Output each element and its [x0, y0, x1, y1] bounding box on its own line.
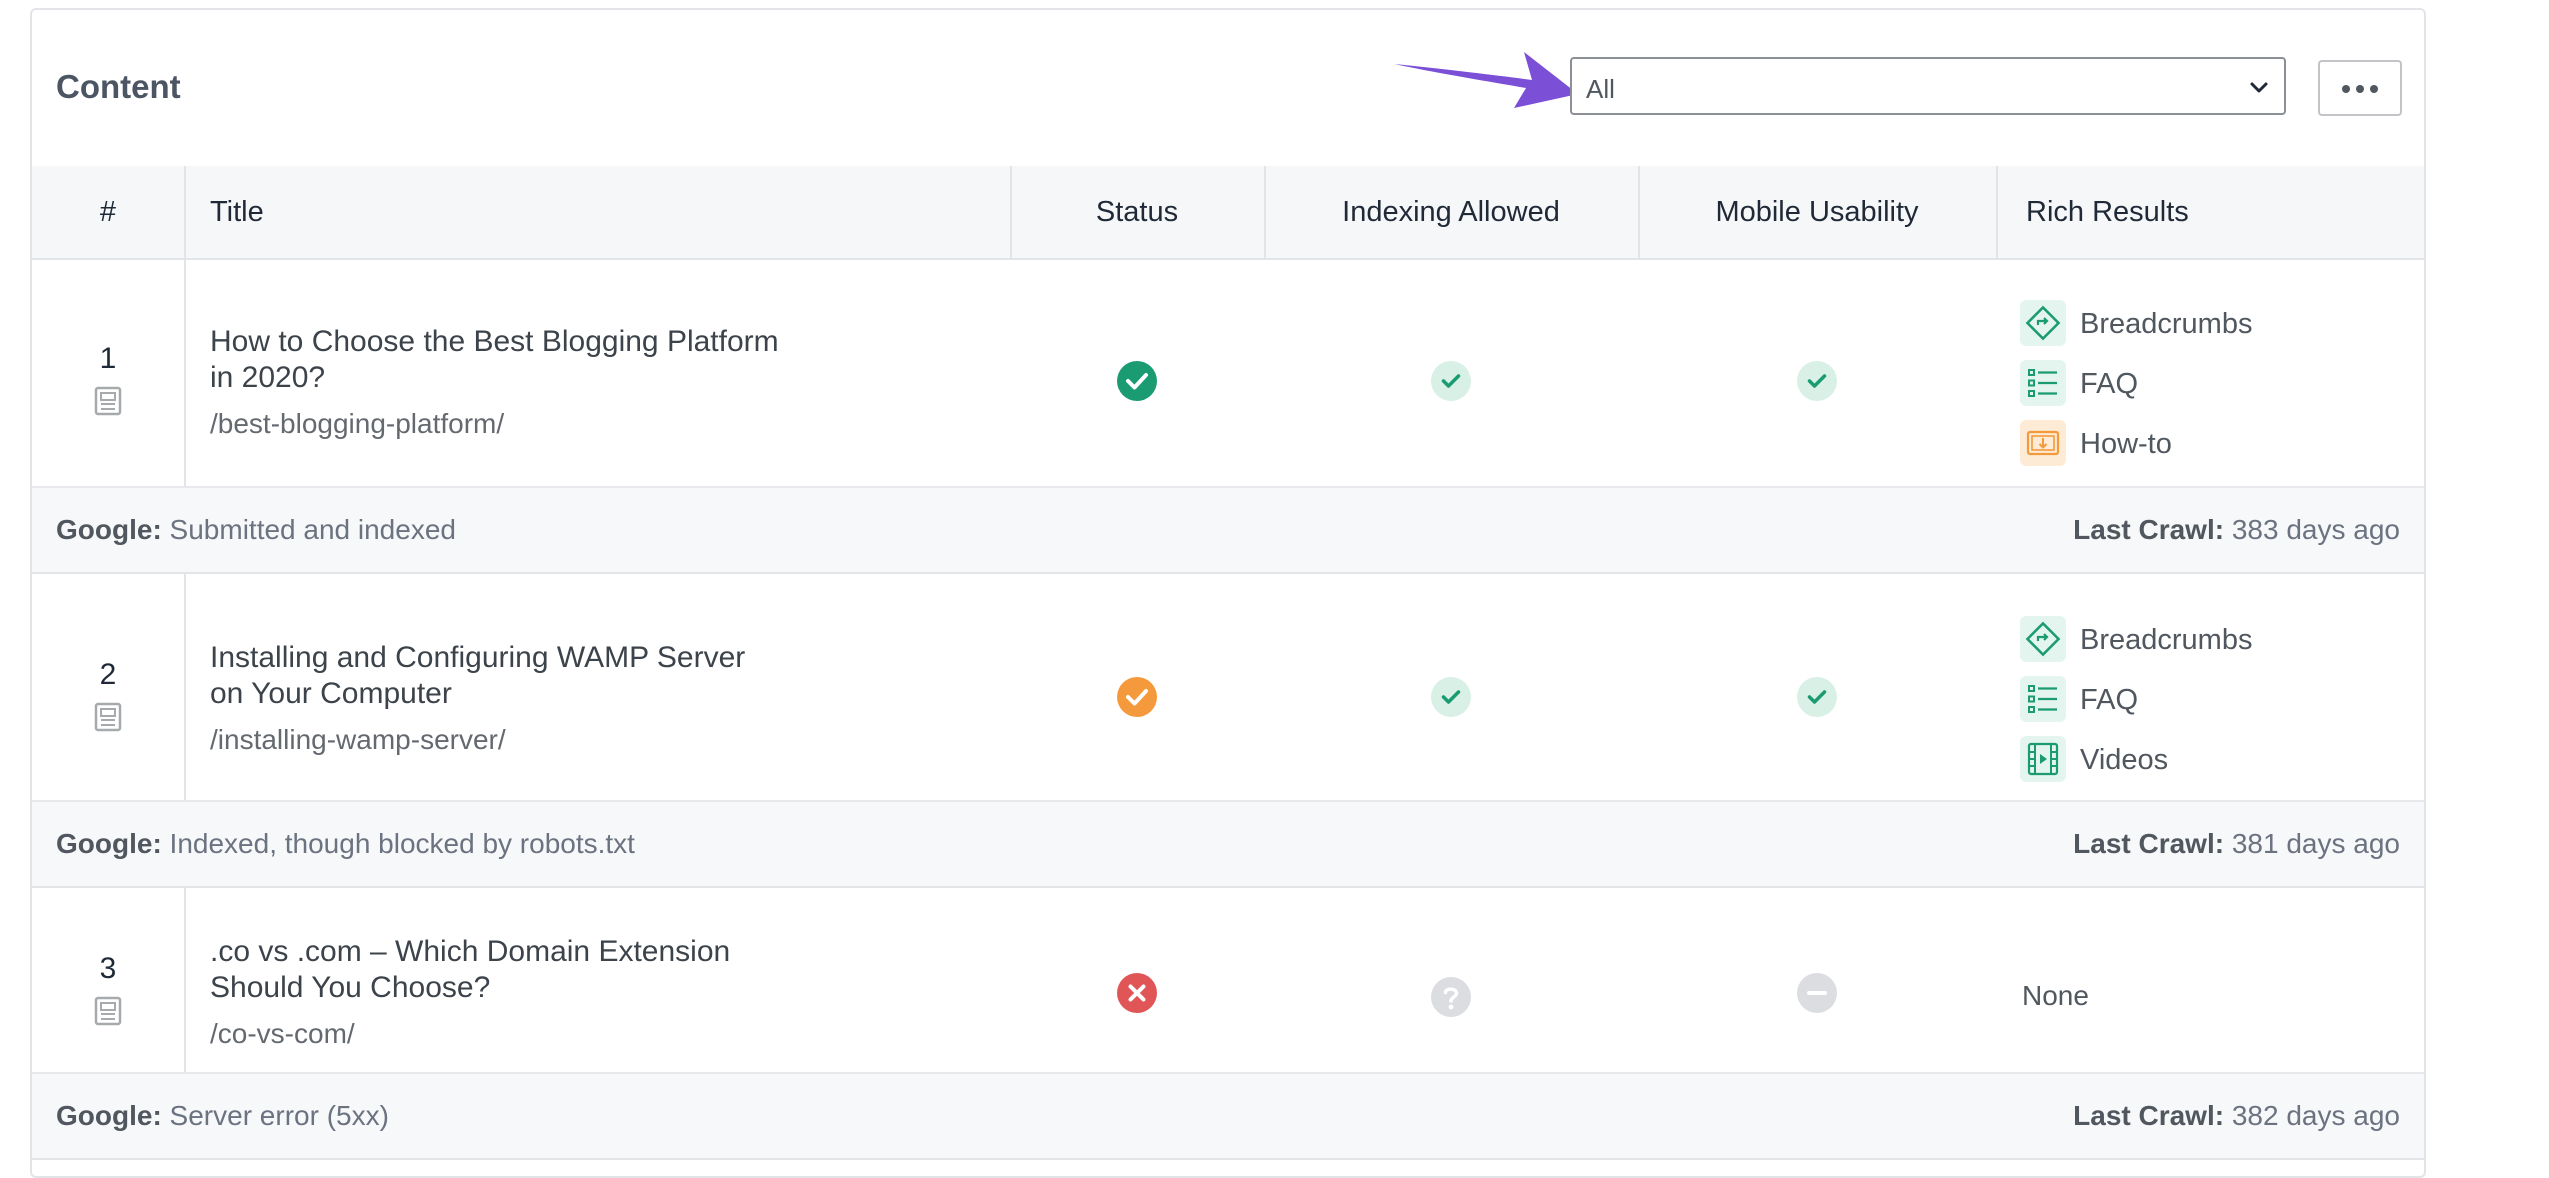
google-status-value: Server error (5xx) [169, 1100, 389, 1131]
column-mobile-usability: Mobile Usability [1715, 196, 1919, 228]
last-crawl-value: 383 days ago [2231, 514, 2400, 545]
table-row[interactable]: 3 .co vs .com – Which Domain Extension S… [32, 888, 2424, 1072]
divider [1638, 166, 1640, 260]
row-meta: Google: Indexed, though blocked by robot… [32, 800, 2424, 888]
breadcrumbs-icon [2020, 616, 2066, 662]
last-crawl-label: Last Crawl: [2073, 828, 2225, 859]
post-title-link[interactable]: Installing and Configuring WAMP Server o… [210, 640, 850, 712]
divider [1996, 166, 1998, 260]
divider [184, 574, 186, 800]
post-slug: /installing-wamp-server/ [210, 724, 506, 755]
panel-header: Content All [32, 10, 2424, 168]
filter-select[interactable]: All [1570, 57, 2286, 115]
last-crawl-value: 381 days ago [2231, 828, 2400, 859]
google-status-value: Submitted and indexed [169, 514, 456, 545]
divider [184, 260, 186, 486]
google-status: Google: Server error (5xx) [56, 1100, 389, 1132]
column-indexing-allowed: Indexing Allowed [1342, 196, 1560, 228]
google-status-value: Indexed, though blocked by robots.txt [169, 828, 635, 859]
post-title-line: in 2020? [210, 361, 326, 394]
last-crawl: Last Crawl: 382 days ago [2073, 1100, 2400, 1132]
column-rich-results: Rich Results [2026, 196, 2189, 228]
status-warning-icon [1117, 677, 1157, 717]
post-title-line: Should You Choose? [210, 971, 491, 1004]
google-label: Google: [56, 828, 162, 859]
post-title-line: Installing and Configuring WAMP Server [210, 641, 746, 674]
content-panel: Content All # Title Status Indexing Allo… [30, 8, 2426, 1178]
google-label: Google: [56, 1100, 162, 1131]
chevron-down-icon [2250, 82, 2268, 93]
status-success-icon [1117, 361, 1157, 401]
video-film-icon [2020, 736, 2066, 782]
table-header: # Title Status Indexing Allowed Mobile U… [32, 166, 2424, 260]
panel-title: Content [56, 68, 181, 105]
last-crawl-label: Last Crawl: [2073, 514, 2225, 545]
rich-results-none: None [2022, 980, 2089, 1011]
more-options-button[interactable] [2318, 60, 2402, 116]
post-slug: /co-vs-com/ [210, 1018, 355, 1049]
mobile-usability-check-icon [1797, 677, 1837, 717]
question-mark-icon [1431, 977, 1471, 1017]
rich-result-label: FAQ [2080, 684, 2139, 716]
post-title-link[interactable]: How to Choose the Best Blogging Platform… [210, 324, 850, 396]
breadcrumbs-icon [2020, 300, 2066, 346]
minus-circle-icon [1797, 973, 1837, 1013]
google-label: Google: [56, 514, 162, 545]
divider [184, 166, 186, 260]
column-number: # [99, 196, 117, 228]
row-number: 3 [99, 952, 117, 985]
row-meta: Google: Submitted and indexed Last Crawl… [32, 486, 2424, 574]
row-number: 1 [99, 342, 117, 375]
mobile-usability-check-icon [1797, 361, 1837, 401]
divider [1264, 166, 1266, 260]
rich-result-label: Videos [2080, 744, 2169, 776]
post-slug: /best-blogging-platform/ [210, 408, 505, 439]
post-title-link[interactable]: .co vs .com – Which Domain Extension Sho… [210, 934, 850, 1006]
indexing-allowed-check-icon [1431, 361, 1471, 401]
last-crawl: Last Crawl: 381 days ago [2073, 828, 2400, 860]
post-document-icon [94, 996, 122, 1026]
rich-result-label: Breadcrumbs [2080, 308, 2253, 340]
last-crawl-value: 382 days ago [2231, 1100, 2400, 1131]
rich-result-label: Breadcrumbs [2080, 624, 2253, 656]
status-error-icon [1117, 973, 1157, 1013]
row-number: 2 [99, 658, 117, 691]
rich-result-label: How-to [2080, 428, 2172, 460]
more-dots-icon [2342, 85, 2378, 93]
howto-icon [2020, 420, 2066, 466]
post-title-line: How to Choose the Best Blogging Platform [210, 325, 779, 358]
row-meta: Google: Server error (5xx) Last Crawl: 3… [32, 1072, 2424, 1160]
table-row[interactable]: 2 Installing and Configuring WAMP Server… [32, 574, 2424, 800]
google-status: Google: Indexed, though blocked by robot… [56, 828, 635, 860]
indexing-allowed-check-icon [1431, 677, 1471, 717]
post-document-icon [94, 386, 122, 416]
pointer-arrow-icon [1394, 52, 1578, 108]
rich-result-label: FAQ [2080, 368, 2139, 400]
google-status: Google: Submitted and indexed [56, 514, 456, 546]
last-crawl-label: Last Crawl: [2073, 1100, 2225, 1131]
faq-list-icon [2020, 676, 2066, 722]
filter-select-value: All [1586, 74, 1615, 104]
divider [1010, 166, 1012, 260]
table-row[interactable]: 1 How to Choose the Best Blogging Platfo… [32, 260, 2424, 486]
post-title-line: on Your Computer [210, 677, 452, 710]
post-document-icon [94, 702, 122, 732]
divider [184, 888, 186, 1072]
column-status: Status [1095, 196, 1179, 228]
post-title-line: .co vs .com – Which Domain Extension [210, 935, 731, 968]
faq-list-icon [2020, 360, 2066, 406]
column-title: Title [210, 196, 264, 228]
last-crawl: Last Crawl: 383 days ago [2073, 514, 2400, 546]
